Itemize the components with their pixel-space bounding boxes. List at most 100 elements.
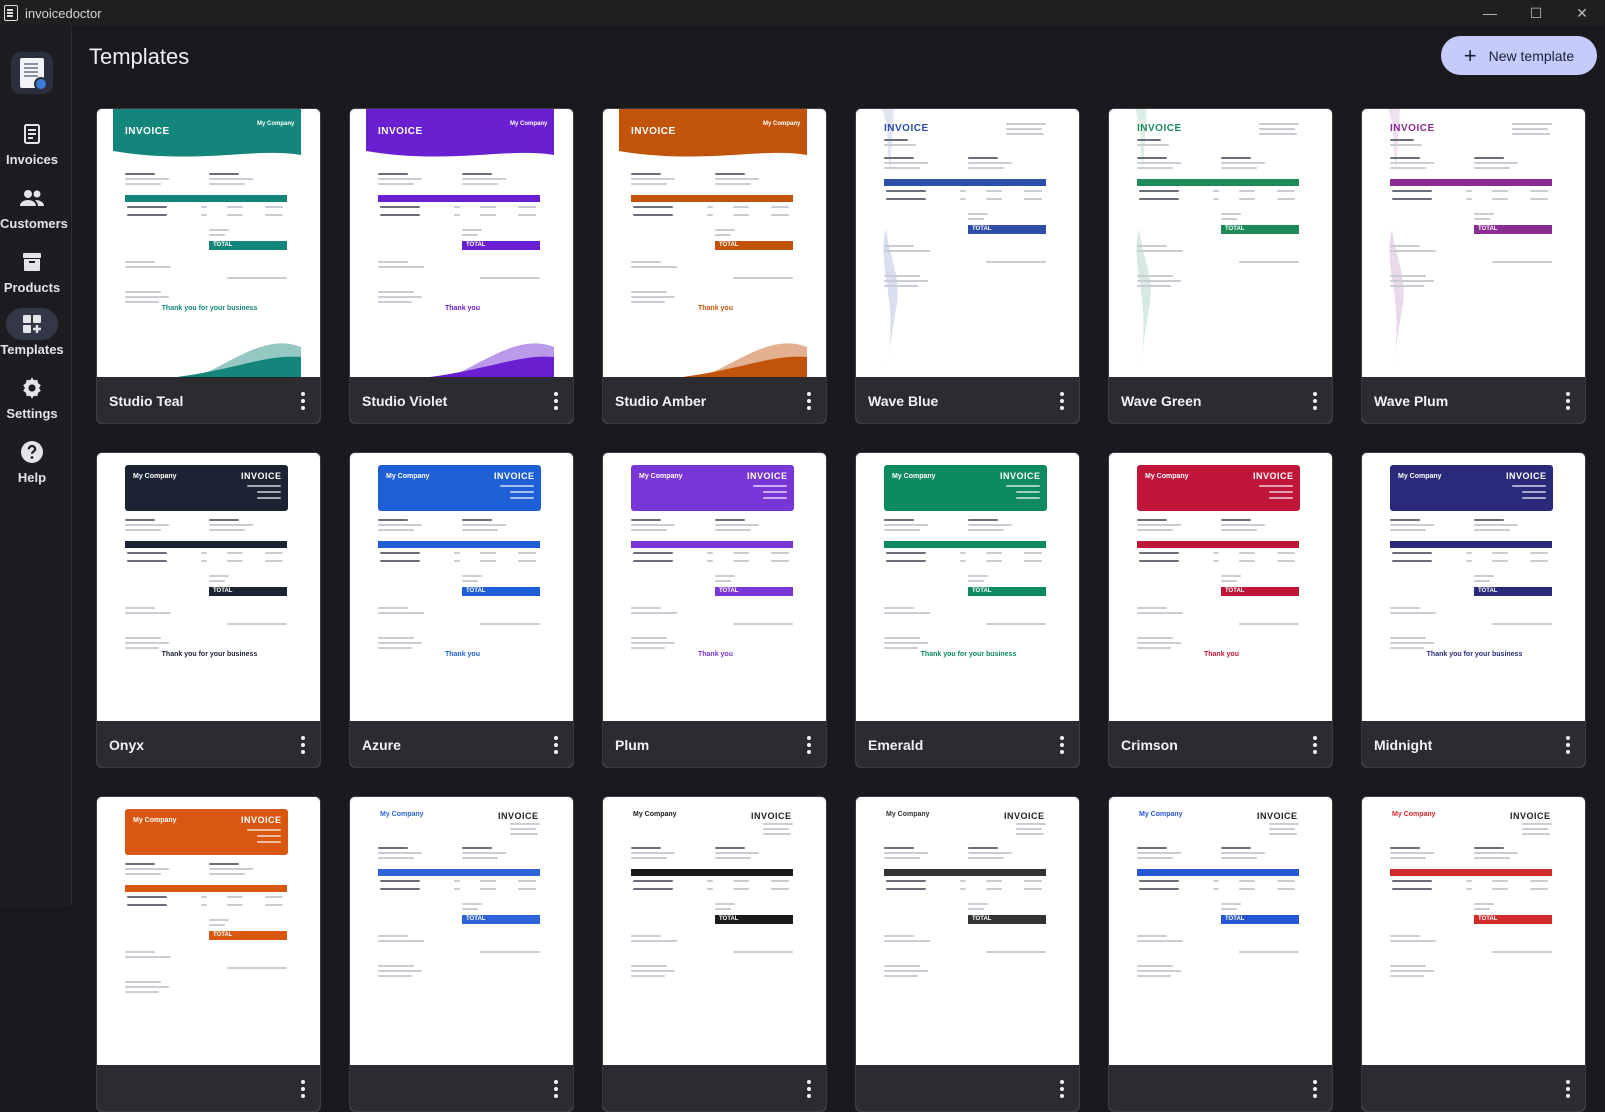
template-card[interactable]: My Company INVOICE TOTAL Thank you for your… <box>855 452 1080 768</box>
more-options-icon[interactable] <box>1561 1079 1575 1099</box>
close-button[interactable]: ✕ <box>1559 0 1605 26</box>
text-line <box>968 575 988 577</box>
template-thumbnail[interactable]: INVOICE TOTAL <box>856 109 1079 377</box>
template-thumbnail[interactable]: My Company INVOICE TOTAL Thank you <box>350 453 573 721</box>
sidebar-item-products[interactable]: Products <box>0 246 64 295</box>
template-thumbnail[interactable]: My Company INVOICE TOTAL Thank you for your… <box>1362 453 1585 721</box>
app-logo[interactable] <box>11 52 53 94</box>
text-line <box>1392 552 1432 554</box>
text-line <box>960 880 966 882</box>
text-line <box>378 529 414 531</box>
template-thumbnail[interactable]: INVOICE TOTAL <box>1362 109 1585 377</box>
text-line <box>986 198 1002 200</box>
text-line <box>968 157 998 159</box>
template-card[interactable]: My Company INVOICE TOTAL <box>1108 796 1333 1112</box>
template-thumbnail[interactable]: INVOICE My Company TOTAL Thank you <box>350 109 573 377</box>
text-line <box>1390 144 1422 146</box>
more-options-icon[interactable] <box>1561 391 1575 411</box>
more-options-icon[interactable] <box>802 391 816 411</box>
more-options-icon[interactable] <box>296 391 310 411</box>
template-thumbnail[interactable]: My Company INVOICE TOTAL Thank you <box>1109 453 1332 721</box>
template-thumbnail[interactable]: My Company INVOICE TOTAL <box>603 797 826 1065</box>
text-line <box>125 637 161 639</box>
text-line <box>631 965 667 967</box>
text-line <box>631 857 667 859</box>
more-options-icon[interactable] <box>802 1079 816 1099</box>
total-bar: TOTAL <box>209 931 287 940</box>
text-line <box>127 896 167 898</box>
more-options-icon[interactable] <box>1055 735 1069 755</box>
invoice-heading: INVOICE <box>494 471 535 481</box>
more-options-icon[interactable] <box>296 735 310 755</box>
text-line <box>1221 908 1237 910</box>
template-card[interactable]: INVOICE My Company TOTAL Thank you Studio Vi… <box>349 108 574 424</box>
more-options-icon[interactable] <box>1308 1079 1322 1099</box>
template-card[interactable]: My Company INVOICE TOTAL <box>855 796 1080 1112</box>
template-card[interactable]: My Company INVOICE TOTAL <box>349 796 574 1112</box>
new-template-label: New template <box>1488 47 1575 64</box>
template-card[interactable]: INVOICE My Company TOTAL Thank you Studio Am… <box>602 108 827 424</box>
more-options-icon[interactable] <box>549 391 563 411</box>
people-icon <box>6 182 58 214</box>
text-line <box>1390 245 1420 247</box>
template-card[interactable]: My Company INVOICE TOTAL <box>602 796 827 1112</box>
sidebar-item-settings[interactable]: Settings <box>0 372 64 421</box>
template-card[interactable]: My Company INVOICE TOTAL Thank you Crimson <box>1108 452 1333 768</box>
template-card[interactable]: INVOICE TOTAL Wave Plum <box>1361 108 1586 424</box>
thank-you-note: Thank you <box>444 651 480 658</box>
more-options-icon[interactable] <box>549 735 563 755</box>
template-thumbnail[interactable]: INVOICE TOTAL <box>1109 109 1332 377</box>
sidebar-item-invoices[interactable]: Invoices <box>0 118 64 167</box>
more-options-icon[interactable] <box>802 735 816 755</box>
template-card[interactable]: INVOICE My Company TOTAL Thank you for your… <box>96 108 321 424</box>
template-card[interactable]: INVOICE TOTAL Wave Green <box>1108 108 1333 424</box>
company-name: My Company <box>386 473 430 480</box>
template-card[interactable]: My Company INVOICE TOTAL Thank you for your… <box>96 452 321 768</box>
template-thumbnail[interactable]: My Company INVOICE TOTAL Thank you for your… <box>856 453 1079 721</box>
sidebar-item-help[interactable]: Help <box>0 436 64 485</box>
template-thumbnail[interactable]: My Company INVOICE TOTAL Thank you <box>603 453 826 721</box>
more-options-icon[interactable] <box>1308 735 1322 755</box>
wave-side-decoration <box>882 109 898 371</box>
template-thumbnail[interactable]: My Company INVOICE TOTAL <box>350 797 573 1065</box>
text-line <box>631 970 675 972</box>
template-card[interactable]: My Company INVOICE TOTAL <box>1361 796 1586 1112</box>
text-line <box>201 896 207 898</box>
more-options-icon[interactable] <box>1308 391 1322 411</box>
template-thumbnail[interactable]: My Company INVOICE TOTAL <box>1362 797 1585 1065</box>
table-header <box>125 541 287 548</box>
sidebar-item-templates[interactable]: Templates <box>0 308 64 357</box>
template-card[interactable]: My Company INVOICE TOTAL Thank you Azure <box>349 452 574 768</box>
text-line <box>462 234 478 236</box>
template-thumbnail[interactable]: My Company INVOICE TOTAL <box>97 797 320 1065</box>
more-options-icon[interactable] <box>1055 391 1069 411</box>
text-line <box>1137 607 1167 609</box>
more-options-icon[interactable] <box>1055 1079 1069 1099</box>
template-thumbnail[interactable]: My Company INVOICE TOTAL <box>856 797 1079 1065</box>
template-card[interactable]: My Company INVOICE TOTAL Thank you for your… <box>1361 452 1586 768</box>
template-thumbnail[interactable]: My Company INVOICE TOTAL <box>1109 797 1332 1065</box>
template-card[interactable]: My Company INVOICE TOTAL Thank you Plum <box>602 452 827 768</box>
text-line <box>1139 560 1179 562</box>
template-thumbnail[interactable]: INVOICE My Company TOTAL Thank you for your… <box>97 109 320 377</box>
text-line <box>1221 857 1257 859</box>
app-title: invoicedoctor <box>25 5 102 21</box>
text-line <box>209 178 253 180</box>
text-line <box>380 880 420 882</box>
text-line <box>518 560 536 562</box>
more-options-icon[interactable] <box>1561 735 1575 755</box>
maximize-button[interactable]: ☐ <box>1513 0 1559 26</box>
template-card[interactable]: My Company INVOICE TOTAL <box>96 796 321 1112</box>
text-line <box>125 266 171 268</box>
new-template-button[interactable]: + New template <box>1441 36 1597 75</box>
template-thumbnail[interactable]: INVOICE My Company TOTAL Thank you <box>603 109 826 377</box>
more-options-icon[interactable] <box>296 1079 310 1099</box>
sidebar-item-customers[interactable]: Customers <box>0 182 68 231</box>
more-options-icon[interactable] <box>549 1079 563 1099</box>
text-line <box>1512 123 1552 125</box>
template-thumbnail[interactable]: My Company INVOICE TOTAL Thank you for your… <box>97 453 320 721</box>
minimize-button[interactable]: — <box>1467 0 1513 26</box>
template-card[interactable]: INVOICE TOTAL Wave Blue <box>855 108 1080 424</box>
wave-side-decoration <box>1135 109 1151 371</box>
text-line <box>462 908 478 910</box>
